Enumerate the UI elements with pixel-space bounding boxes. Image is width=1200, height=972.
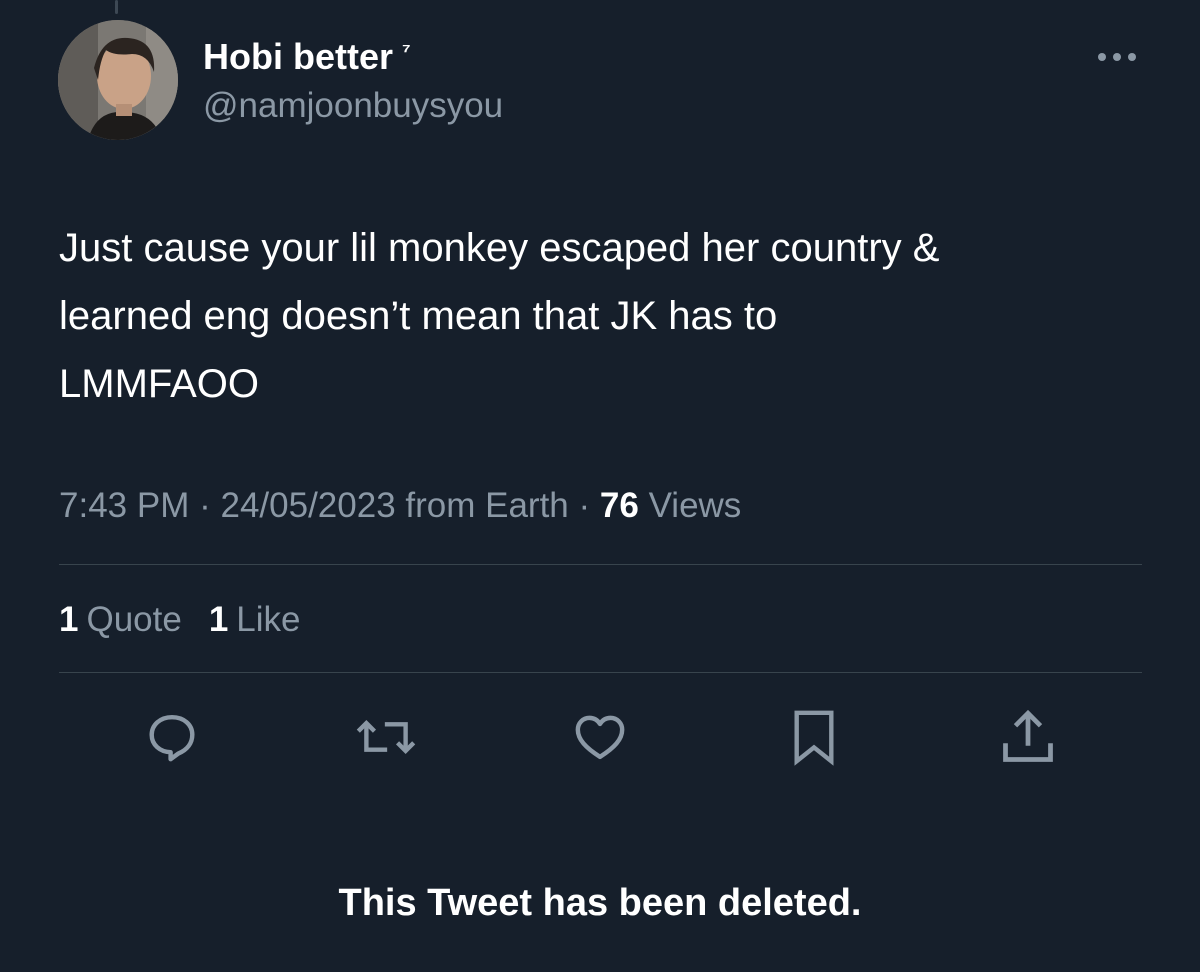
- likes-count: 1: [208, 600, 229, 639]
- display-name-suffix: ⁷: [402, 40, 411, 63]
- views-count[interactable]: 76: [600, 486, 639, 525]
- more-options-button[interactable]: [1090, 44, 1144, 70]
- avatar-photo-icon: [58, 20, 178, 140]
- tweet-source: from Earth: [405, 486, 569, 525]
- meta-separator: ·: [199, 486, 211, 525]
- share-button[interactable]: [998, 707, 1058, 767]
- tweet-detail-page: Hobi better ⁷ @namjoonbuysyou Just cause…: [0, 0, 1200, 972]
- quotes-stat[interactable]: 1 Quote: [59, 598, 182, 642]
- share-icon: [1003, 709, 1053, 762]
- retweet-button[interactable]: [356, 707, 416, 767]
- reply-button[interactable]: [142, 707, 202, 767]
- author-name-row[interactable]: Hobi better ⁷: [203, 37, 411, 77]
- tweet-text: Just cause your lil monkey escaped her c…: [59, 226, 940, 406]
- reply-icon: [149, 714, 195, 762]
- tweet-metadata: 7:43 PM · 24/05/2023 from Earth · 76 Vie…: [59, 484, 741, 528]
- views-label[interactable]: Views: [649, 486, 742, 525]
- avatar[interactable]: [58, 20, 178, 140]
- likes-label: Like: [236, 600, 301, 639]
- bookmark-button[interactable]: [784, 707, 844, 767]
- meta-separator: ·: [578, 486, 591, 525]
- tweet-time[interactable]: 7:43 PM: [59, 486, 189, 525]
- display-name[interactable]: Hobi better: [203, 37, 393, 77]
- tweet-date[interactable]: 24/05/2023: [220, 486, 395, 525]
- more-dots-icon: [1098, 53, 1136, 61]
- likes-stat[interactable]: 1 Like: [209, 598, 301, 642]
- deleted-tweet-notice: This Tweet has been deleted.: [338, 882, 862, 924]
- engagement-stats: 1 Quote 1 Like: [59, 598, 328, 642]
- thread-connector-line: [115, 0, 118, 14]
- retweet-icon: [356, 720, 416, 754]
- tweet-action-bar: [0, 707, 1200, 767]
- divider: [59, 564, 1142, 565]
- bookmark-icon: [794, 710, 834, 766]
- quotes-count: 1: [59, 600, 79, 639]
- quotes-label: Quote: [86, 600, 182, 639]
- like-icon: [575, 715, 625, 760]
- author-handle[interactable]: @namjoonbuysyou: [203, 86, 503, 126]
- like-button[interactable]: [570, 707, 630, 767]
- divider: [59, 672, 1142, 673]
